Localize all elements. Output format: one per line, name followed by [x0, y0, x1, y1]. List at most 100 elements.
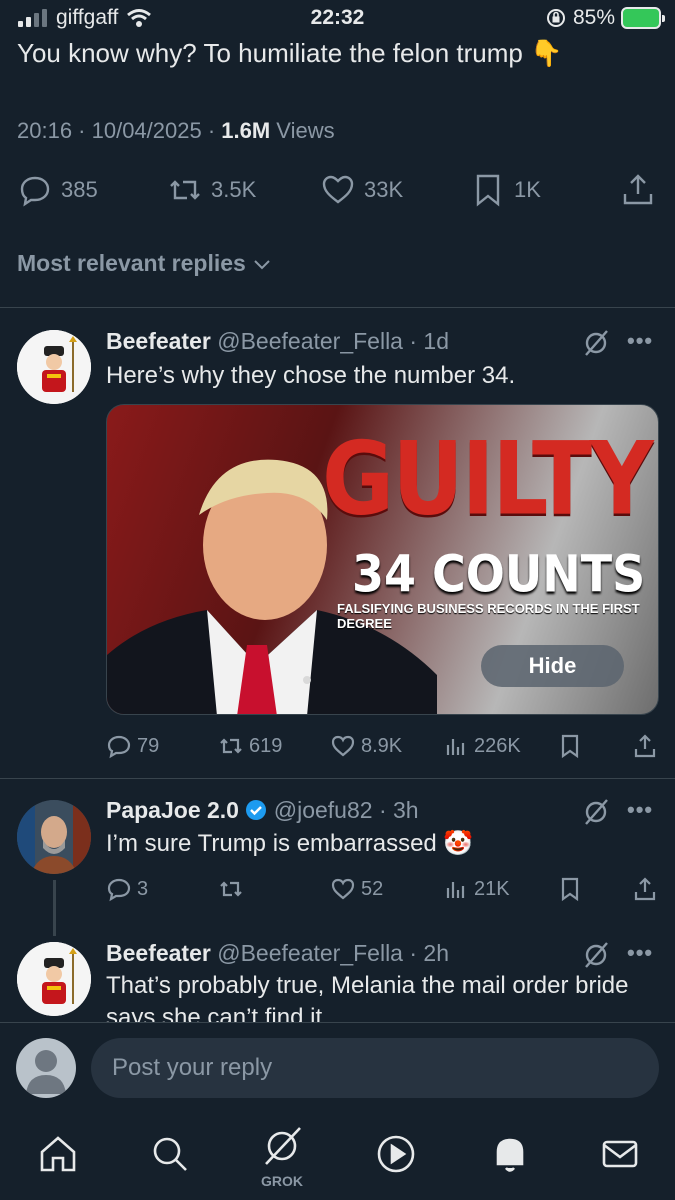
reply-button[interactable]: 79 [106, 733, 159, 759]
handle-time: @Beefeater_Fella · 1d [217, 328, 449, 354]
view-count: 226K [474, 734, 521, 757]
orientation-lock-icon [545, 7, 567, 29]
display-name[interactable]: Beefeater [106, 328, 211, 354]
repost-icon [220, 738, 242, 754]
handle-time: @joefu82 · 3h [273, 797, 419, 823]
bookmark-icon [476, 174, 500, 207]
share-icon [634, 877, 656, 901]
tab-grok-label: GROK [261, 1173, 303, 1189]
tab-home[interactable] [36, 1132, 80, 1181]
media-subhead: 34 COUNTS [352, 544, 646, 604]
share-button[interactable] [620, 172, 656, 208]
repost-button[interactable]: 3.5K [167, 172, 256, 208]
views-button[interactable]: 226K [443, 733, 521, 759]
bookmark-icon [561, 734, 579, 759]
reply-input[interactable]: Post your reply [91, 1038, 659, 1098]
display-name[interactable]: PapaJoe 2.0 [106, 797, 239, 823]
media-caption: FALSIFYING BUSINESS RECORDS IN THE FIRST… [337, 601, 640, 631]
chevron-down-icon [252, 254, 272, 274]
like-button[interactable]: 8.9K [330, 733, 402, 759]
repost-count: 3.5K [211, 177, 257, 202]
bookmark-button[interactable]: 1K [470, 172, 541, 208]
tab-grok[interactable]: GROK [256, 1124, 308, 1189]
like-count: 8.9K [361, 734, 403, 757]
verified-badge-icon [245, 799, 267, 827]
bookmark-button[interactable] [557, 876, 583, 902]
battery-percent: 85% [572, 6, 615, 29]
more-options-icon[interactable]: ••• [627, 940, 653, 966]
more-options-icon[interactable]: ••• [627, 328, 653, 354]
tweet-actions: 385 3.5K 33K 1K [0, 172, 675, 212]
tab-notifications[interactable] [488, 1132, 532, 1181]
reply-text: I’m sure Trump is embarrassed 🤡 [106, 830, 474, 857]
reply-author-line: PapaJoe 2.0 @joefu82 · 3h [106, 797, 419, 827]
views-label: Views [270, 118, 335, 143]
reply-author-line: Beefeater @Beefeater_Fella · 1d [106, 328, 449, 355]
sort-replies-dropdown[interactable]: Most relevant replies [17, 250, 272, 277]
like-button[interactable]: 33K [320, 172, 403, 208]
tweet-text: You know why? To humiliate the felon tru… [17, 38, 563, 68]
tweet-timestamp: 20:16 · 10/04/2025 · [17, 118, 222, 143]
mail-icon [602, 1140, 638, 1168]
reply-button[interactable]: 385 [17, 172, 98, 208]
analytics-icon [446, 882, 465, 898]
divider [0, 778, 675, 779]
share-icon [623, 174, 653, 205]
reply-count: 79 [137, 734, 160, 757]
tab-video[interactable] [374, 1132, 418, 1181]
repost-icon [170, 180, 200, 200]
status-bar: giffgaff 22:32 85% [0, 0, 675, 36]
like-count: 33K [364, 177, 404, 202]
reply-icon [107, 878, 131, 902]
reply-media[interactable]: GUILTY 34 COUNTS FALSIFYING BUSINESS REC… [106, 404, 659, 715]
reply-icon [20, 176, 50, 207]
avatar[interactable] [17, 330, 91, 404]
analytics-icon [446, 739, 465, 755]
handle-time: @Beefeater_Fella · 2h [217, 940, 449, 966]
view-count: 21K [474, 877, 510, 900]
reply-text: Here’s why they chose the number 34. [106, 362, 516, 389]
search-icon [153, 1137, 187, 1171]
status-right: 85% [545, 6, 665, 30]
grok-icon[interactable] [582, 798, 610, 831]
reply-count: 385 [61, 177, 98, 202]
bell-icon [496, 1138, 524, 1172]
reply-icon [107, 735, 131, 759]
home-icon [40, 1136, 76, 1172]
like-count: 52 [361, 877, 384, 900]
thread-connector [53, 880, 56, 936]
share-button[interactable] [632, 733, 658, 759]
reply-count: 3 [137, 877, 149, 900]
media-headline: GUILTY [322, 419, 654, 538]
display-name[interactable]: Beefeater [106, 940, 211, 966]
avatar[interactable] [17, 800, 91, 874]
more-options-icon[interactable]: ••• [627, 797, 653, 823]
share-icon [634, 734, 656, 758]
repost-count: 619 [249, 734, 283, 757]
divider [0, 307, 675, 308]
repost-button[interactable] [218, 876, 249, 902]
tab-messages[interactable] [598, 1132, 642, 1181]
grok-icon [265, 1127, 301, 1165]
reply-author-line: Beefeater @Beefeater_Fella · 2h [106, 940, 449, 967]
tweet-meta: 20:16 · 10/04/2025 · 1.6M Views [17, 118, 335, 144]
share-button[interactable] [632, 876, 658, 902]
heart-icon [331, 878, 355, 900]
views-button[interactable]: 21K [443, 876, 510, 902]
repost-button[interactable]: 619 [218, 733, 282, 759]
tab-search[interactable] [148, 1132, 192, 1181]
like-button[interactable]: 52 [330, 876, 383, 902]
grok-icon[interactable] [582, 329, 610, 362]
bookmark-icon [561, 877, 579, 902]
heart-icon [322, 175, 354, 204]
bookmark-count: 1K [514, 177, 541, 202]
reply-button[interactable]: 3 [106, 876, 148, 902]
repost-icon [220, 881, 242, 897]
avatar[interactable] [17, 942, 91, 1016]
my-avatar[interactable] [16, 1038, 76, 1098]
hide-button[interactable]: Hide [481, 645, 624, 687]
view-count: 1.6M [221, 118, 271, 143]
bookmark-button[interactable] [557, 733, 583, 759]
heart-icon [331, 735, 355, 757]
play-icon [377, 1135, 415, 1173]
